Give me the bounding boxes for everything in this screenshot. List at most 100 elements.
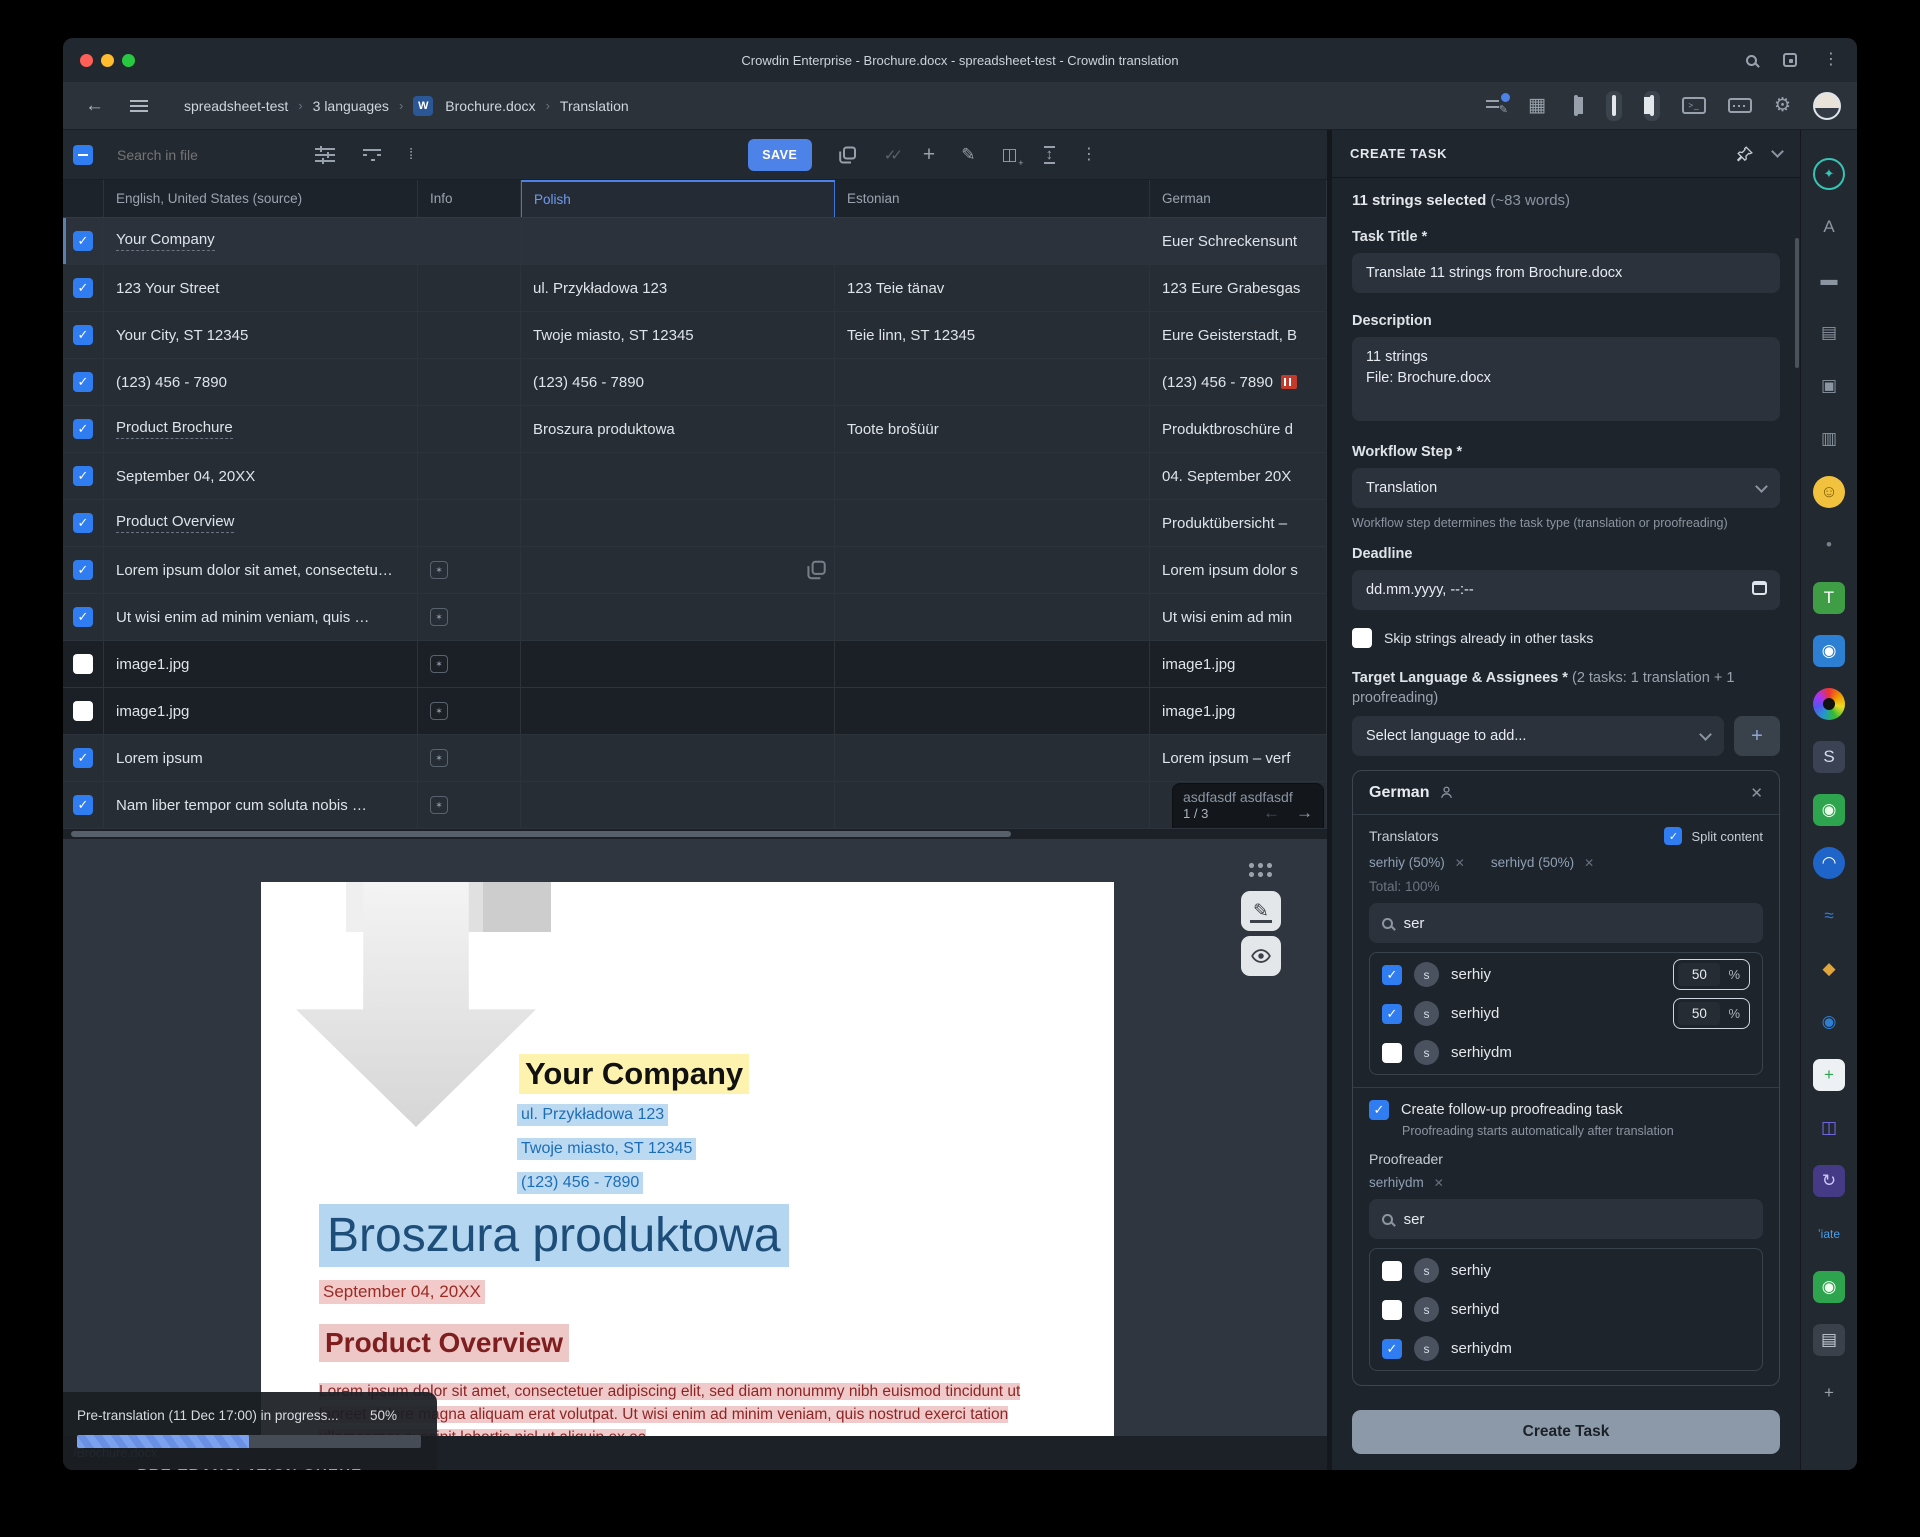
translator-chip[interactable]: serhiy (50%)✕	[1369, 855, 1465, 870]
row-checkbox[interactable]: ✓	[73, 795, 93, 815]
percent-box[interactable]: 50%	[1673, 959, 1750, 990]
table-row[interactable]: ✓Product OverviewProduktübersicht –	[63, 500, 1327, 547]
search-settings-icon[interactable]	[315, 147, 335, 163]
emoji-app-icon[interactable]: ☺	[1813, 476, 1845, 508]
breadcrumb[interactable]: spreadsheet-test›3 languages›WBrochure.d…	[184, 96, 629, 116]
assignee-checkbox[interactable]: ✓	[1382, 1004, 1402, 1024]
column-header-estonian[interactable]: Estonian	[835, 180, 1150, 217]
add-app-icon[interactable]: +	[1813, 1377, 1845, 1409]
assignee-row[interactable]: sserhiy	[1382, 1251, 1750, 1290]
deadline-input[interactable]	[1352, 570, 1780, 610]
proofreader-chip[interactable]: serhiydm✕	[1369, 1175, 1444, 1190]
browser-menu-icon[interactable]: ⋮	[1823, 52, 1839, 68]
table-row[interactable]: ✓Ut wisi enim ad minim veniam, quis …✶Ut…	[63, 594, 1327, 641]
row-checkbox[interactable]: ✓	[73, 419, 93, 439]
table-row[interactable]: ✓(123) 456 - 7890(123) 456 - 7890(123) 4…	[63, 359, 1327, 406]
layout-bottom-toggle[interactable]	[1606, 91, 1622, 121]
table-row[interactable]: ✓Your CompanyEuer Schreckensunt	[63, 218, 1327, 265]
cube-app-icon[interactable]: ◆	[1813, 953, 1845, 985]
table-row[interactable]: ✓Lorem ipsum✶Lorem ipsum – verf	[63, 735, 1327, 782]
translator-app-icon[interactable]: T	[1813, 582, 1845, 614]
iate-logo[interactable]: ʼiate	[1818, 1218, 1840, 1250]
create-task-panel-icon[interactable]: ▤	[1813, 1324, 1845, 1356]
followup-proofreading-checkbox[interactable]: ✓	[1369, 1100, 1389, 1120]
pretranslation-popup[interactable]: Pre-translation (11 Dec 17:00) in progre…	[63, 1392, 437, 1470]
tm-next-icon[interactable]: →	[1296, 803, 1313, 823]
string-info-icon[interactable]: ✶	[430, 702, 448, 720]
filter-icon[interactable]	[363, 148, 381, 162]
columns-app-icon[interactable]: ◫	[1813, 1112, 1845, 1144]
string-info-icon[interactable]: ✶	[430, 561, 448, 579]
assignee-row[interactable]: sserhiyd	[1382, 1290, 1750, 1329]
row-checkbox[interactable]: ✓	[73, 466, 93, 486]
translator-search[interactable]	[1369, 903, 1763, 943]
assignee-row[interactable]: ✓sserhiydm	[1382, 1329, 1750, 1368]
green-eye-app-icon[interactable]: ◉	[1813, 1271, 1845, 1303]
glossary-icon[interactable]: ▣	[1813, 370, 1845, 402]
table-row[interactable]: ✓September 04, 20XX04. September 20X	[63, 453, 1327, 500]
add-string-icon[interactable]: +	[923, 143, 935, 167]
file-context-icon[interactable]: ▥	[1813, 423, 1845, 455]
dot-indicator[interactable]: •	[1813, 529, 1845, 561]
color-wheel-icon[interactable]	[1813, 688, 1845, 720]
media-eye-icon[interactable]: ◉	[1813, 1006, 1845, 1038]
table-row[interactable]: image1.jpg✶image1.jpg	[63, 688, 1327, 735]
translator-search-input[interactable]	[1404, 915, 1750, 932]
remove-chip-icon[interactable]: ✕	[1584, 856, 1594, 870]
row-checkbox[interactable]: ✓	[73, 278, 93, 298]
percent-box[interactable]: 50%	[1673, 998, 1750, 1029]
string-info-icon[interactable]: ✶	[430, 749, 448, 767]
task-title-input[interactable]	[1352, 253, 1780, 293]
row-checkbox[interactable]: ✓	[73, 607, 93, 627]
column-header-polish[interactable]: Polish	[521, 180, 835, 217]
split-content-checkbox[interactable]: ✓	[1664, 827, 1682, 845]
percent-value[interactable]: 50	[1678, 1002, 1720, 1025]
console-icon[interactable]: >_	[1682, 97, 1706, 114]
string-info-icon[interactable]: ✶	[430, 608, 448, 626]
sync-app-icon[interactable]: ↻	[1813, 1165, 1845, 1197]
layout-right-toggle[interactable]	[1644, 91, 1660, 121]
copy-source-icon[interactable]	[806, 559, 828, 581]
string-info-icon[interactable]: ✶	[430, 796, 448, 814]
table-row[interactable]: ✓Product BrochureBroszura produktowaToot…	[63, 406, 1327, 453]
proofreader-search-input[interactable]	[1404, 1211, 1750, 1228]
layout-left-toggle[interactable]	[1568, 91, 1584, 121]
preview-drag-handle-icon[interactable]	[1247, 861, 1273, 878]
row-checkbox[interactable]: ✓	[73, 513, 93, 533]
eye-app-icon[interactable]: ◉	[1813, 635, 1845, 667]
assignee-checkbox[interactable]: ✓	[1382, 965, 1402, 985]
more-options-icon[interactable]: ⋮	[1081, 147, 1097, 163]
column-header-german[interactable]: German	[1150, 180, 1327, 217]
panel-scrollbar[interactable]	[1795, 238, 1799, 368]
row-checkbox[interactable]: ✓	[73, 372, 93, 392]
keyboard-shortcuts-icon[interactable]	[1728, 98, 1752, 113]
comments-icon[interactable]: ▬	[1813, 264, 1845, 296]
collapse-panel-icon[interactable]	[1771, 145, 1784, 158]
row-checkbox[interactable]: ✓	[73, 231, 93, 251]
breadcrumb-item[interactable]: 3 languages	[313, 98, 389, 114]
description-input[interactable]: 11 strings File: Brochure.docx	[1352, 337, 1780, 421]
row-checkbox[interactable]: ✓	[73, 325, 93, 345]
assignee-row[interactable]: sserhiydm	[1382, 1033, 1750, 1072]
save-button[interactable]: SAVE	[748, 139, 812, 171]
edit-icon[interactable]: ✎	[961, 145, 975, 165]
column-header-info[interactable]: Info	[418, 180, 521, 217]
zoom-window-button[interactable]	[122, 54, 135, 67]
remove-language-icon[interactable]: ✕	[1750, 784, 1763, 802]
string-details-icon[interactable]: ▤	[1813, 317, 1845, 349]
column-header-source[interactable]: English, United States (source)	[104, 180, 418, 217]
bird-app-icon[interactable]: ≈	[1813, 900, 1845, 932]
table-row[interactable]: ✓Your City, ST 12345Twoje miasto, ST 123…	[63, 312, 1327, 359]
select-all-checkbox[interactable]	[73, 145, 93, 165]
qa-issue-icon[interactable]	[1281, 375, 1297, 389]
preview-edit-button[interactable]: ✎	[1241, 891, 1281, 931]
s-app-icon[interactable]: S	[1813, 741, 1845, 773]
doc-plus-icon[interactable]: +	[1813, 1059, 1845, 1091]
horizontal-scrollbar[interactable]	[63, 829, 1327, 839]
table-row[interactable]: ✓123 Your Streetul. Przykładowa 123123 T…	[63, 265, 1327, 312]
table-row[interactable]: ✓Nam liber tempor cum soluta nobis …✶asd…	[63, 782, 1327, 829]
search-icon[interactable]	[1746, 55, 1757, 66]
scrollbar-thumb[interactable]	[71, 831, 1011, 837]
workflow-steps-icon[interactable]: ⁞	[409, 146, 413, 163]
assignee-checkbox[interactable]	[1382, 1261, 1402, 1281]
